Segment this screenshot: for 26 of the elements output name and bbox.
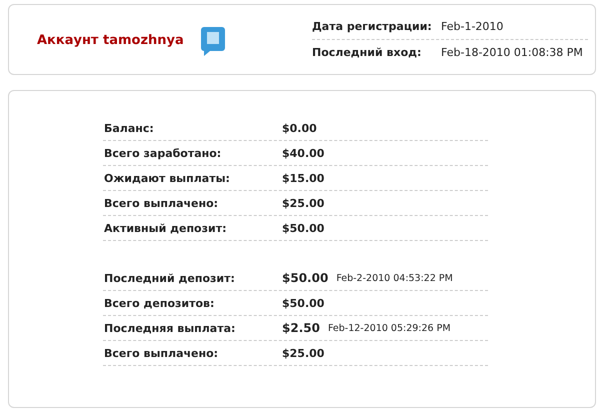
account-title: Аккаунт tamozhnya (37, 33, 184, 48)
stat-date: Feb-12-2010 05:29:26 PM (328, 322, 451, 334)
stat-label: Последняя выплата: (103, 322, 236, 334)
stat-date: Feb-2-2010 04:53:22 PM (336, 272, 453, 284)
stat-label: Всего заработано: (103, 146, 222, 160)
stat-label: Всего депозитов: (103, 296, 216, 310)
stat-label: Всего выплачено: (103, 196, 220, 210)
stat-value: $50.00 (282, 222, 324, 234)
info-value: Feb-1-2010 (441, 20, 504, 33)
stat-label: Баланс: (103, 122, 155, 134)
stat-value: $25.00 (282, 346, 324, 360)
stat-label: Активный депозит: (103, 222, 228, 234)
info-label: Дата регистрации: (312, 20, 433, 33)
stat-value: $25.00 (282, 196, 324, 210)
stat-label: Всего выплачено: (103, 346, 220, 360)
stat-value: $50.00 (282, 271, 328, 285)
chat-bubble-icon (200, 26, 226, 56)
info-value: Feb-18-2010 01:08:38 PM (441, 46, 583, 59)
stat-label: Ожидают выплаты: (103, 172, 231, 184)
stat-value: $15.00 (282, 172, 324, 184)
stat-value: $0.00 (282, 122, 317, 134)
stat-value: $50.00 (282, 296, 324, 310)
info-label: Последний вход: (312, 46, 422, 59)
stat-value: $40.00 (282, 146, 324, 160)
stat-value: $2.50 (282, 321, 320, 335)
stat-label: Последний депозит: (103, 272, 236, 284)
